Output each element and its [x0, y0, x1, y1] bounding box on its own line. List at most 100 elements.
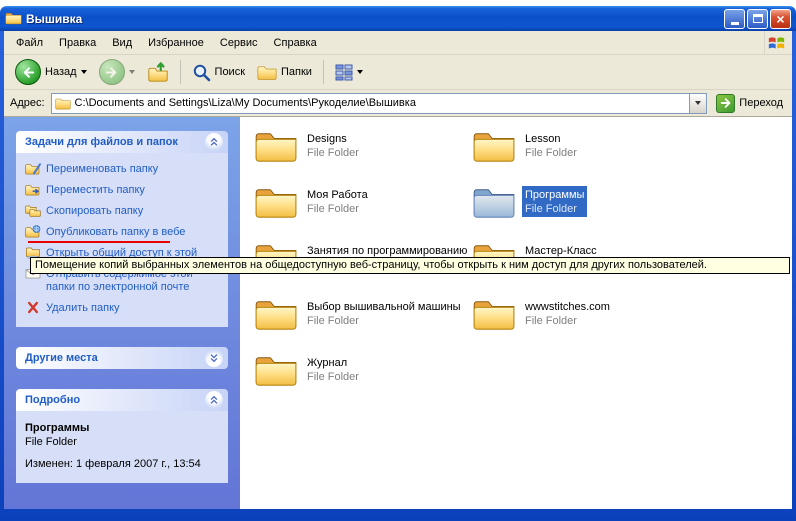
toolbar-separator — [180, 60, 181, 84]
maximize-button[interactable] — [747, 9, 768, 29]
address-field[interactable]: C:\Documents and Settings\Liza\My Docume… — [51, 93, 708, 114]
folder-item-moya-rabota[interactable]: Моя РаботаFile Folder — [254, 185, 472, 241]
forward-icon — [99, 59, 125, 85]
publish-web-icon — [25, 225, 41, 238]
close-icon: × — [776, 12, 784, 26]
folder-type: File Folder — [525, 314, 610, 328]
folder-icon — [254, 129, 298, 163]
address-bar: Адрес: C:\Documents and Settings\Liza\My… — [4, 90, 792, 117]
back-label: Назад — [45, 66, 77, 78]
tooltip: Помещение копий выбранных элементов на о… — [30, 257, 790, 274]
folder-type: File Folder — [525, 202, 584, 216]
panel-file-tasks-header[interactable]: Задачи для файлов и папок — [16, 131, 228, 153]
folder-icon — [254, 353, 298, 387]
panel-details-header[interactable]: Подробно — [16, 389, 228, 411]
folder-item-lesson[interactable]: LessonFile Folder — [472, 129, 690, 185]
chevron-up-icon[interactable] — [205, 133, 223, 151]
chevron-down-icon — [695, 101, 701, 105]
folders-label: Папки — [281, 66, 312, 78]
go-arrow-icon — [716, 94, 735, 113]
menu-help[interactable]: Справка — [266, 34, 325, 52]
folder-name: wwwstitches.com — [525, 300, 610, 314]
folder-name: Мастер-Класс — [525, 244, 597, 258]
task-label: Переименовать папку — [46, 163, 158, 176]
go-button[interactable]: Переход — [713, 93, 786, 114]
toolbar-separator — [323, 60, 324, 84]
search-label: Поиск — [215, 66, 245, 78]
task-label: Переместить папку — [46, 184, 145, 197]
rename-folder-icon — [25, 162, 41, 175]
forward-button[interactable] — [94, 57, 140, 87]
panel-file-tasks-body: Переименовать папку Переместить папку — [16, 153, 228, 327]
details-folder-name: Программы — [25, 421, 222, 435]
details-modified: Изменен: 1 февраля 2007 г., 13:54 — [25, 457, 222, 471]
views-button[interactable] — [330, 61, 368, 83]
close-button[interactable]: × — [770, 9, 791, 29]
explorer-body: Задачи для файлов и папок Переименовать … — [4, 117, 792, 509]
task-pane: Задачи для файлов и папок Переименовать … — [4, 117, 240, 509]
folder-type: File Folder — [307, 314, 461, 328]
views-dropdown-caret[interactable] — [357, 70, 363, 74]
folder-icon — [254, 297, 298, 331]
views-icon — [335, 63, 353, 81]
folder-type: File Folder — [307, 146, 359, 160]
chevron-up-icon[interactable] — [205, 391, 223, 409]
move-folder-icon — [25, 183, 41, 196]
task-label: Опубликовать папку в вебе — [46, 226, 185, 239]
panel-other-places: Другие места — [16, 347, 228, 369]
folder-icon — [472, 297, 516, 331]
panel-other-places-header[interactable]: Другие места — [16, 347, 228, 369]
file-list-area: DesignsFile Folder LessonFile Folder Моя… — [240, 117, 792, 509]
folder-name: Программы — [525, 188, 584, 202]
panel-file-tasks: Задачи для файлов и папок Переименовать … — [16, 131, 228, 327]
toolbar: Назад Поиск — [4, 55, 792, 90]
forward-dropdown-caret — [129, 70, 135, 74]
explorer-window: Вышивка × Файл Правка Вид Избранное Серв… — [0, 6, 796, 521]
address-dropdown-button[interactable] — [689, 94, 706, 113]
folder-item-designs[interactable]: DesignsFile Folder — [254, 129, 472, 185]
maximize-icon — [753, 14, 763, 23]
search-button[interactable]: Поиск — [187, 61, 250, 84]
folder-icon — [472, 129, 516, 163]
chevron-down-icon[interactable] — [205, 349, 223, 367]
search-icon — [192, 63, 211, 82]
go-label: Переход — [739, 97, 783, 109]
folder-item-programmy-selected[interactable]: ПрограммыFile Folder — [472, 185, 690, 241]
back-icon — [15, 59, 41, 85]
task-move-folder[interactable]: Переместить папку — [25, 184, 222, 197]
up-button[interactable] — [142, 59, 174, 85]
up-folder-icon — [147, 61, 169, 83]
minimize-button[interactable] — [724, 9, 745, 29]
window-folder-icon — [5, 11, 22, 26]
menu-file[interactable]: Файл — [8, 34, 51, 52]
panel-title: Другие места — [25, 352, 98, 364]
folders-button[interactable]: Папки — [252, 62, 317, 83]
folder-item-zhurnal[interactable]: ЖурналFile Folder — [254, 353, 472, 409]
panel-title: Подробно — [25, 394, 80, 406]
task-delete-folder[interactable]: Удалить папку — [25, 302, 222, 315]
folder-type: File Folder — [525, 146, 577, 160]
address-label: Адрес: — [10, 97, 45, 109]
minimize-icon — [731, 22, 739, 25]
menu-view[interactable]: Вид — [104, 34, 140, 52]
folder-type: File Folder — [307, 370, 359, 384]
task-label: Удалить папку — [46, 302, 120, 315]
address-path: C:\Documents and Settings\Liza\My Docume… — [75, 97, 686, 109]
menu-edit[interactable]: Правка — [51, 34, 104, 52]
task-publish-folder[interactable]: Опубликовать папку в вебе — [25, 226, 222, 239]
title-bar: Вышивка × — [0, 6, 796, 31]
folder-name: Designs — [307, 132, 359, 146]
folder-item-vybor-mashiny[interactable]: Выбор вышивальной машиныFile Folder — [254, 297, 472, 353]
folder-icon — [254, 185, 298, 219]
window-frame: Файл Правка Вид Избранное Сервис Справка — [4, 31, 792, 509]
task-rename-folder[interactable]: Переименовать папку — [25, 163, 222, 176]
task-copy-folder[interactable]: Скопировать папку — [25, 205, 222, 218]
menu-tools[interactable]: Сервис — [212, 34, 266, 52]
windows-logo-icon — [764, 31, 788, 54]
folder-icon-selected — [472, 185, 516, 219]
back-dropdown-caret[interactable] — [81, 70, 87, 74]
back-button[interactable]: Назад — [10, 57, 92, 87]
folder-item-wwwstitches[interactable]: wwwstitches.comFile Folder — [472, 297, 690, 353]
folder-name: Журнал — [307, 356, 359, 370]
menu-favorites[interactable]: Избранное — [140, 34, 212, 52]
